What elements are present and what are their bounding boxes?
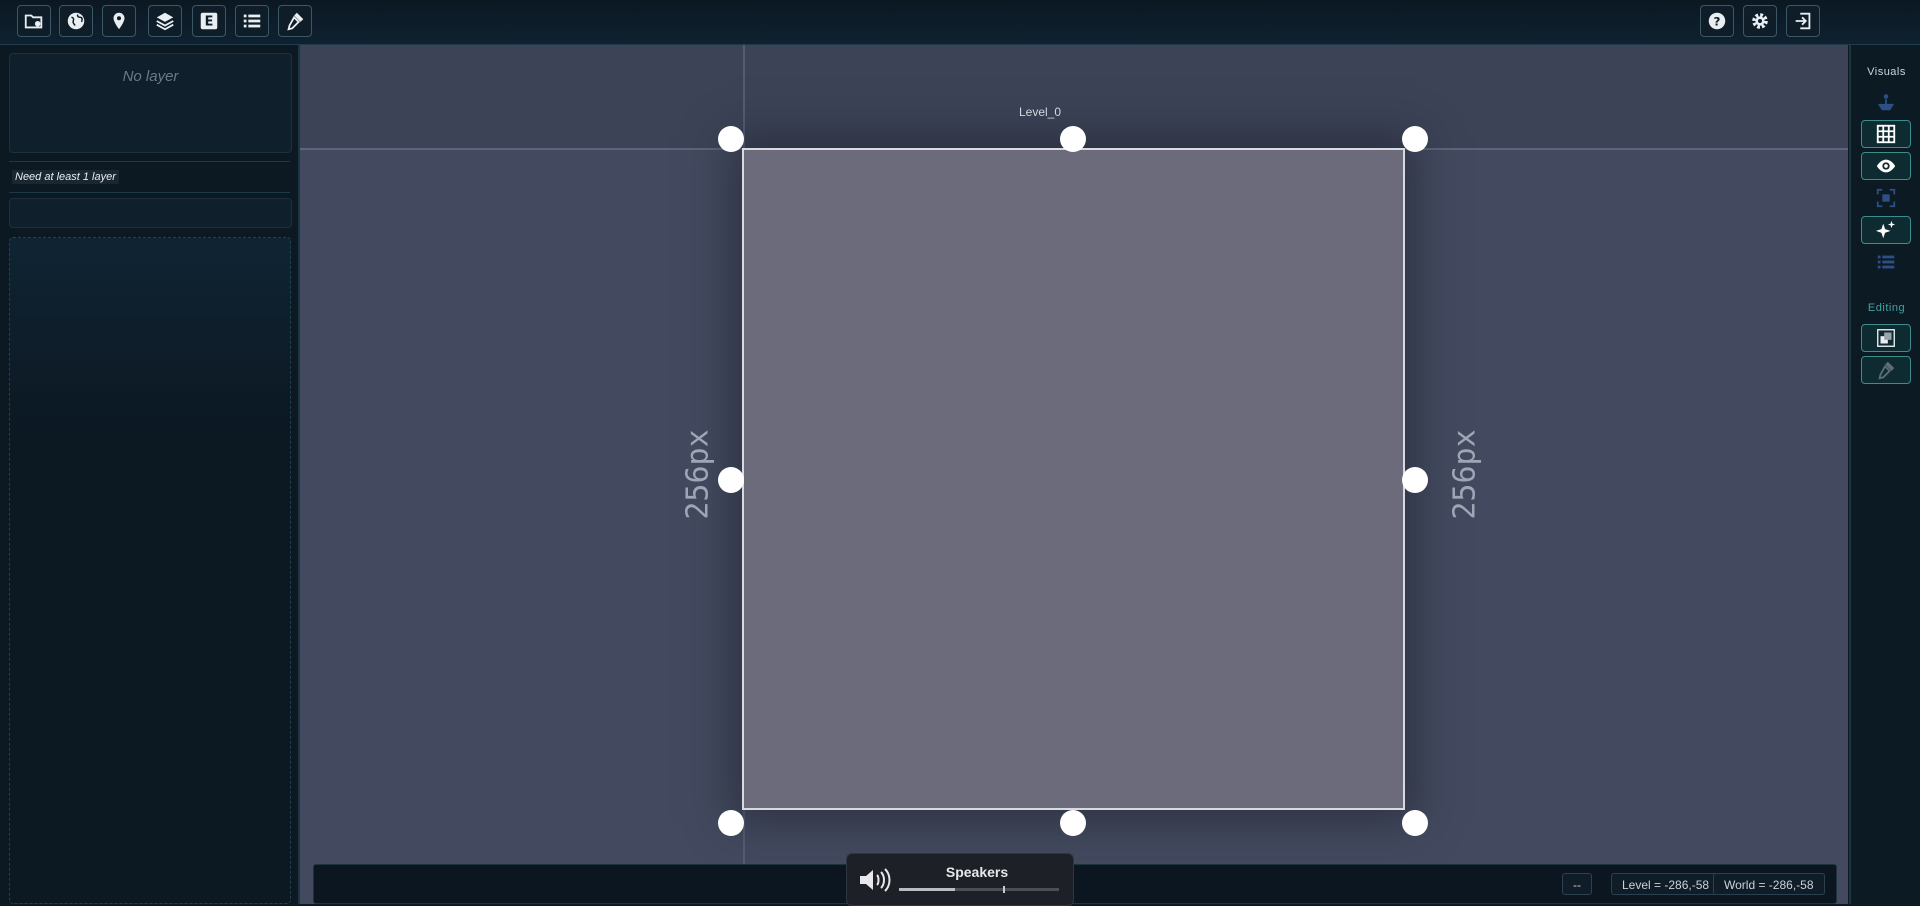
status-dash: -- xyxy=(1562,873,1592,895)
toggle-visibility-button[interactable] xyxy=(1861,152,1911,180)
list-button[interactable] xyxy=(235,5,269,37)
layer-list[interactable]: No layer xyxy=(9,53,292,153)
toggle-effects-button[interactable] xyxy=(1861,216,1911,244)
layers-button[interactable] xyxy=(148,5,182,37)
level-name-label: Level_0 xyxy=(1018,105,1062,119)
tile-stack-icon xyxy=(1877,329,1895,347)
list-icon xyxy=(243,14,261,28)
speakers-volume-popup: Speakers xyxy=(846,853,1074,906)
exit-button[interactable] xyxy=(1786,5,1820,37)
toggle-layers-stack-button[interactable] xyxy=(1861,88,1911,116)
settings-button[interactable] xyxy=(1743,5,1777,37)
svg-text:?: ? xyxy=(1714,15,1721,29)
layer-options-bar xyxy=(9,198,292,228)
resize-handle-right[interactable] xyxy=(1402,467,1428,493)
layers-icon xyxy=(156,12,174,31)
eye-icon xyxy=(1876,159,1896,173)
exit-icon xyxy=(1795,12,1811,30)
edit-tool-button[interactable] xyxy=(278,5,312,37)
toggle-details-button[interactable] xyxy=(1861,248,1911,276)
layer-warning: Need at least 1 layer xyxy=(9,161,290,193)
volume-slider[interactable] xyxy=(899,886,1059,893)
help-icon: ? xyxy=(1708,12,1726,30)
layers-stack-icon xyxy=(1877,94,1895,111)
details-list-icon xyxy=(1877,255,1895,269)
volume-fill xyxy=(899,888,955,891)
speakers-label: Speakers xyxy=(945,864,1009,880)
svg-text:E: E xyxy=(205,15,214,30)
volume-marker xyxy=(1003,886,1005,893)
project-settings-icon xyxy=(24,14,43,29)
resize-handle-left[interactable] xyxy=(718,467,744,493)
settings-gear-icon xyxy=(1752,13,1768,29)
resize-handle-top-left[interactable] xyxy=(718,126,744,152)
world-coords: World = -286,-58 xyxy=(1713,873,1825,895)
layer-content-area xyxy=(9,237,291,904)
world-button[interactable] xyxy=(59,5,93,37)
right-panel: Visuals Editing xyxy=(1849,45,1920,904)
left-panel: No layer Need at least 1 layer xyxy=(0,45,300,904)
resize-handle-bottom-right[interactable] xyxy=(1402,810,1428,836)
location-button[interactable] xyxy=(102,5,136,37)
visuals-title: Visuals xyxy=(1867,66,1906,78)
level-height-label: 256px xyxy=(680,429,716,520)
project-settings-button[interactable] xyxy=(17,5,51,37)
help-button[interactable]: ? xyxy=(1700,5,1734,37)
status-bar: -- Level = -286,-58 World = -286,-58 xyxy=(313,864,1837,904)
editing-title: Editing xyxy=(1867,302,1906,314)
speaker-volume-icon xyxy=(860,868,891,892)
level-canvas[interactable]: Level_0 256px 256px xyxy=(300,45,1848,904)
sparkle-icon xyxy=(1875,220,1896,239)
picker-icon xyxy=(1878,361,1895,380)
entities-button[interactable]: E xyxy=(192,5,226,37)
edit-tool-icon xyxy=(287,12,304,31)
level-height-label-right: 256px xyxy=(1447,429,1483,520)
layer-warning-text: Need at least 1 layer xyxy=(12,170,119,184)
resize-handle-top-right[interactable] xyxy=(1402,126,1428,152)
picker-button[interactable] xyxy=(1861,356,1911,384)
level-coords: Level = -286,-58 xyxy=(1611,873,1721,895)
level-rectangle[interactable] xyxy=(742,148,1405,810)
focus-icon xyxy=(1876,188,1896,208)
grid-icon xyxy=(1876,124,1896,144)
resize-handle-top[interactable] xyxy=(1060,126,1086,152)
tile-stack-button[interactable] xyxy=(1861,324,1911,352)
entity-icon: E xyxy=(200,12,218,30)
world-icon xyxy=(67,12,85,30)
location-pin-icon xyxy=(113,12,125,30)
resize-handle-bottom-left[interactable] xyxy=(718,810,744,836)
no-layer-text: No layer xyxy=(122,68,179,85)
toggle-focus-button[interactable] xyxy=(1861,184,1911,212)
top-toolbar: E ? xyxy=(0,0,1920,45)
toggle-grid-button[interactable] xyxy=(1861,120,1911,148)
resize-handle-bottom[interactable] xyxy=(1060,810,1086,836)
